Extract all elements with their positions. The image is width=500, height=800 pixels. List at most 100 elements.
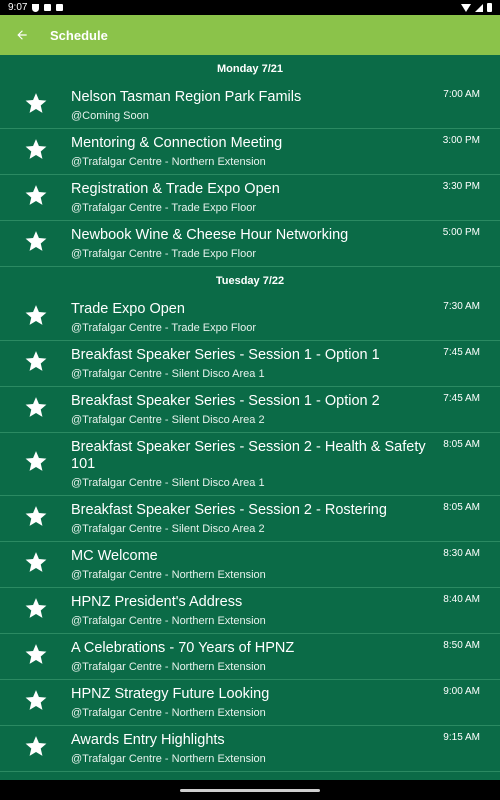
event-location: @Trafalgar Centre - Silent Disco Area 1 [71,477,265,489]
event-title: Newbook Wine & Cheese Hour Networking [71,227,349,243]
event-row[interactable]: Nelson Tasman Region Park Famils @Coming … [0,83,500,129]
status-time: 9:07 [8,2,28,13]
event-info: Trade Expo Open @Trafalgar Centre - Trade… [71,301,436,334]
favorite-star-button[interactable] [0,596,71,626]
favorite-star-button[interactable] [0,550,71,580]
event-info: Mentoring & Connection Meeting @Trafalgar… [71,135,436,168]
favorite-star-button[interactable] [0,449,71,479]
event-time: 9:00 AM [443,686,480,697]
event-title: MC Welcome [71,548,158,564]
event-info: Breakfast Speaker Series - Session 2 - R… [71,502,436,535]
event-location: @Trafalgar Centre - Silent Disco Area 2 [71,414,265,426]
star-icon [23,349,49,379]
event-info: Breakfast Speaker Series - Session 1 - O… [71,393,436,426]
schedule-list[interactable]: Monday 7/21 Nelson Tasman Region Park Fam… [0,55,500,780]
star-icon [23,303,49,333]
favorite-star-button[interactable] [0,137,71,167]
favorite-star-button[interactable] [0,349,71,379]
favorite-star-button[interactable] [0,91,71,121]
event-location: @Trafalgar Centre - Trade Expo Floor [71,202,256,214]
event-title: Breakfast Speaker Series - Session 1 - O… [71,347,380,363]
event-info: Breakfast Speaker Series - Session 2 - H… [71,439,436,489]
star-icon [23,550,49,580]
event-time: 5:00 PM [442,227,480,238]
event-time: 7:30 AM [443,301,480,312]
event-title: A Celebrations - 70 Years of HPNZ [71,640,295,656]
shield-icon [32,3,40,12]
favorite-star-button[interactable] [0,229,71,259]
star-icon [23,504,49,534]
event-row[interactable]: HPNZ President's Address @Trafalgar Centr… [0,588,500,634]
event-title: Breakfast Speaker Series - Session 1 - O… [71,393,380,409]
event-location: @Trafalgar Centre - Northern Extension [71,707,266,719]
event-location: @Trafalgar Centre - Silent Disco Area 2 [71,523,265,535]
event-time: 9:15 AM [443,732,480,743]
favorite-star-button[interactable] [0,504,71,534]
event-time: 8:40 AM [443,594,480,605]
app-bar: Schedule [0,15,500,55]
star-icon [23,183,49,213]
wifi-icon [461,3,471,12]
signal-icon [475,3,483,12]
event-row[interactable]: Newbook Wine & Cheese Hour Networking @Tr… [0,221,500,267]
home-indicator[interactable] [180,788,320,792]
star-icon [23,395,49,425]
event-info: HPNZ Strategy Future Looking @Trafalgar C… [71,686,436,719]
event-time: 3:00 PM [442,135,480,146]
event-row[interactable]: A Celebrations - 70 Years of HPNZ @Trafal… [0,634,500,680]
favorite-star-button[interactable] [0,183,71,213]
favorite-star-button[interactable] [0,303,71,333]
favorite-star-button[interactable] [0,395,71,425]
event-title: Mentoring & Connection Meeting [71,135,283,151]
event-row[interactable]: Awards Entry Highlights @Trafalgar Centre… [0,726,500,772]
event-row[interactable]: Registration & Trade Expo Open @Trafalgar… [0,175,500,221]
event-title: Breakfast Speaker Series - Session 2 - R… [71,502,387,518]
back-button[interactable] [0,15,44,55]
event-location: @Trafalgar Centre - Northern Extension [71,661,266,673]
event-location: @Trafalgar Centre - Northern Extension [71,569,266,581]
event-title: Awards Entry Highlights [71,732,225,748]
event-title: HPNZ President's Address [71,594,243,610]
event-title: Nelson Tasman Region Park Famils [71,89,302,105]
event-row[interactable]: Breakfast Speaker Series - Session 1 - O… [0,387,500,433]
event-row[interactable]: MC Welcome @Trafalgar Centre - Northern E… [0,542,500,588]
star-icon [23,734,49,764]
star-icon [23,688,49,718]
day-header: Tuesday 7/22 [215,275,285,287]
event-title: HPNZ Strategy Future Looking [71,686,270,702]
event-time: 8:05 AM [443,502,480,513]
event-row[interactable]: HPNZ Strategy Future Looking @Trafalgar C… [0,680,500,726]
event-time: 8:30 AM [443,548,480,559]
event-info: Newbook Wine & Cheese Hour Networking @Tr… [71,227,436,260]
event-row[interactable]: Breakfast Speaker Series - Session 2 - H… [0,433,500,496]
event-info: Registration & Trade Expo Open @Trafalgar… [71,181,436,214]
favorite-star-button[interactable] [0,734,71,764]
event-info: HPNZ President's Address @Trafalgar Centr… [71,594,436,627]
event-time: 7:45 AM [443,347,480,358]
event-time: 7:45 AM [443,393,480,404]
event-info: MC Welcome @Trafalgar Centre - Northern E… [71,548,436,581]
event-time: 8:05 AM [443,439,480,450]
star-icon [23,91,49,121]
event-location: @Coming Soon [71,110,149,122]
star-icon [23,449,49,479]
event-title: Trade Expo Open [71,301,185,317]
star-icon [23,642,49,672]
favorite-star-button[interactable] [0,688,71,718]
status-bar: 9:07 [0,0,500,15]
event-info: A Celebrations - 70 Years of HPNZ @Trafal… [71,640,436,673]
star-icon [23,596,49,626]
notification-icon [56,4,64,11]
event-row[interactable]: Breakfast Speaker Series - Session 2 - R… [0,496,500,542]
event-time: 7:00 AM [443,89,480,100]
event-time: 3:30 PM [442,181,480,192]
star-icon [23,137,49,167]
event-row[interactable]: Mentoring & Connection Meeting @Trafalgar… [0,129,500,175]
event-row[interactable]: Trade Expo Open @Trafalgar Centre - Trade… [0,295,500,341]
arrow-back-icon [17,30,27,40]
favorite-star-button[interactable] [0,642,71,672]
battery-icon [487,3,492,12]
event-location: @Trafalgar Centre - Silent Disco Area 1 [71,368,265,380]
event-row[interactable]: Breakfast Speaker Series - Session 1 - O… [0,341,500,387]
star-icon [23,229,49,259]
